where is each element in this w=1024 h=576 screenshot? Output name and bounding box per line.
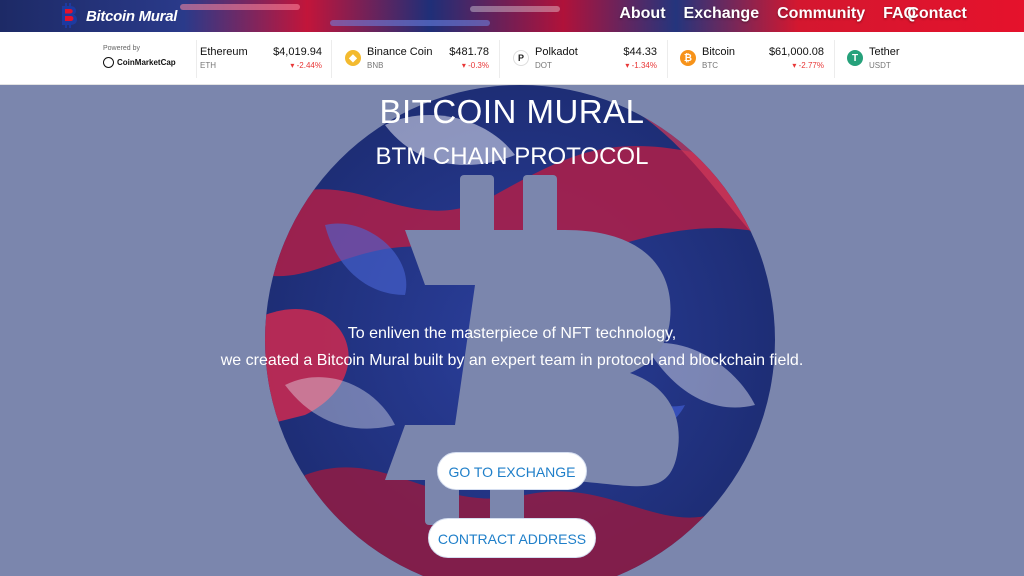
- coinmarketcap-icon: [103, 57, 114, 68]
- nav-paint-streak: [330, 20, 490, 26]
- coin-change: ▾ -0.3%: [461, 61, 489, 70]
- powered-by[interactable]: Powered by CoinMarketCap: [103, 45, 176, 68]
- ticker-divider: [331, 40, 332, 78]
- coin-symbol: USDT: [869, 61, 891, 70]
- tether-icon: T: [847, 50, 863, 66]
- coin-price: $61,000.08: [768, 46, 824, 58]
- nav-contact-link[interactable]: Contact: [907, 5, 967, 23]
- powered-by-label: Powered by: [103, 45, 140, 52]
- coin-change: ▾ -2.44%: [290, 61, 322, 70]
- hero-section: BITCOIN MURAL BTM CHAIN PROTOCOL To enli…: [0, 85, 1024, 576]
- nav-community-link[interactable]: Community: [777, 5, 865, 23]
- ticker-divider: [196, 40, 197, 78]
- polkadot-icon: P: [513, 50, 529, 66]
- top-nav: Bitcoin Mural About Exchange Community F…: [0, 0, 1024, 32]
- hero-description-line: we created a Bitcoin Mural built by an e…: [220, 352, 804, 369]
- ticker-divider: [667, 40, 668, 78]
- hero-description: To enliven the masterpiece of NFT techno…: [0, 320, 1024, 374]
- ticker-divider: [834, 40, 835, 78]
- ticker-item-binance-coin[interactable]: Binance Coin BNB $481.78 ▾ -0.3%: [367, 46, 489, 70]
- nav-paint-streak: [180, 4, 300, 10]
- coin-price: $4,019.94: [273, 46, 322, 58]
- provider-name: CoinMarketCap: [117, 58, 176, 67]
- hero-title: BITCOIN MURAL: [379, 93, 645, 130]
- ticker-divider: [499, 40, 500, 78]
- hero-subtitle: BTM CHAIN PROTOCOL: [375, 143, 649, 170]
- price-ticker: Powered by CoinMarketCap Ethereum ETH $4…: [0, 32, 1024, 85]
- coin-price: $481.78: [449, 46, 489, 58]
- nav-paint-streak: [470, 6, 560, 12]
- coin-name: Tether: [869, 46, 900, 58]
- coin-change: ▾ -1.34%: [625, 61, 657, 70]
- contract-address-button[interactable]: CONTRACT ADDRESS: [428, 518, 596, 558]
- bitcoin-icon: ₿: [680, 50, 696, 66]
- ticker-item-polkadot[interactable]: Polkadot DOT $44.33 ▾ -1.34%: [535, 46, 657, 70]
- go-to-exchange-button[interactable]: GO TO EXCHANGE: [437, 452, 587, 490]
- binance-coin-icon: ◆: [345, 50, 361, 66]
- ticker-item-tether[interactable]: Tether USDT: [869, 46, 969, 70]
- main-menu: About Exchange Community FAQ Contact: [619, 5, 967, 23]
- nav-about-link[interactable]: About: [619, 5, 665, 23]
- brand-logo[interactable]: Bitcoin Mural: [56, 3, 177, 29]
- brand-name: Bitcoin Mural: [86, 7, 178, 25]
- nav-exchange-link[interactable]: Exchange: [684, 5, 760, 23]
- hero-description-line: To enliven the masterpiece of NFT techno…: [347, 325, 677, 342]
- bitcoin-logo-icon: [62, 3, 77, 28]
- coin-price: $44.33: [623, 46, 657, 58]
- ticker-item-bitcoin[interactable]: Bitcoin BTC $61,000.08 ▾ -2.77%: [702, 46, 824, 70]
- coin-change: ▾ -2.77%: [792, 61, 824, 70]
- ticker-item-ethereum[interactable]: Ethereum ETH $4,019.94 ▾ -2.44%: [200, 46, 322, 70]
